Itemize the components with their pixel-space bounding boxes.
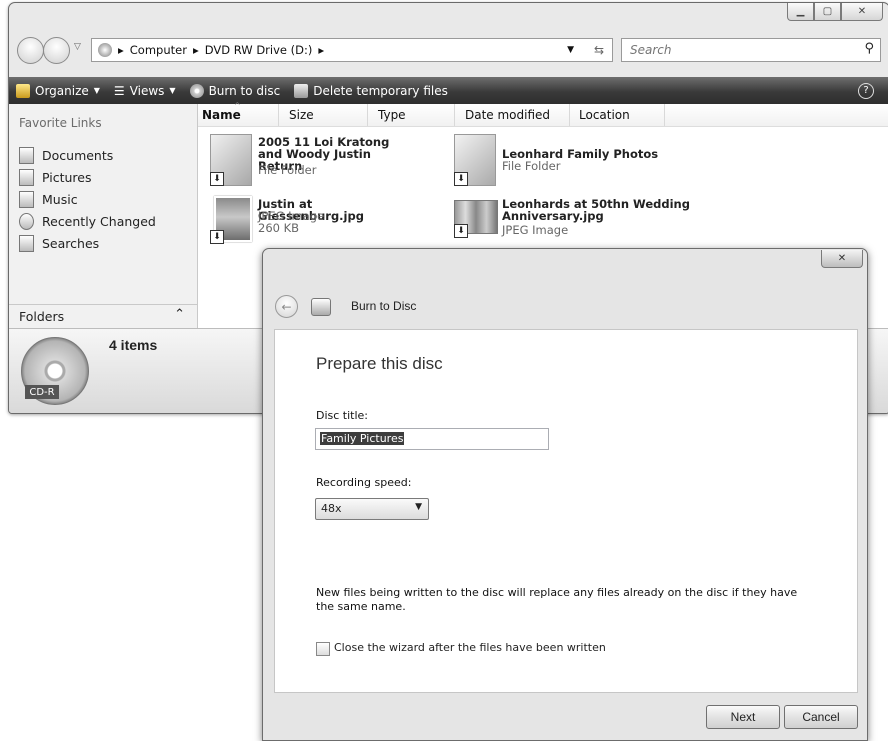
file-item[interactable]: ⬇ Leonhard Family Photos File Folder — [454, 134, 714, 190]
search-box[interactable]: ⚲ — [621, 38, 881, 62]
sidebar-item-recently-changed[interactable]: Recently Changed — [19, 213, 156, 230]
file-size: 260 KB — [258, 221, 300, 235]
cd-r-badge: CD-R — [25, 385, 59, 399]
close-wizard-checkbox[interactable] — [316, 642, 330, 656]
chevron-down-icon: ▼ — [169, 86, 176, 95]
pictures-icon — [19, 169, 34, 186]
views-label: Views — [129, 83, 165, 98]
sidebar-item-label: Recently Changed — [42, 214, 156, 229]
organize-label: Organize — [35, 83, 89, 98]
recording-speed-select[interactable]: 48x ▼ — [315, 498, 429, 520]
minimize-button[interactable]: ▁ — [787, 3, 814, 21]
file-type: File Folder — [502, 159, 561, 173]
delete-temp-label: Delete temporary files — [313, 83, 448, 98]
documents-icon — [19, 147, 34, 164]
close-button[interactable]: ✕ — [841, 3, 883, 21]
page-title: Prepare this disc — [316, 354, 443, 373]
item-count: 4 items — [109, 337, 158, 353]
disc-title-label: Disc title: — [316, 409, 369, 422]
column-type[interactable]: Type — [378, 108, 406, 122]
address-dropdown-icon[interactable]: ▼ — [567, 45, 574, 55]
chevron-down-icon: ▼ — [93, 86, 100, 95]
recording-speed-value: 48x — [321, 502, 342, 515]
search-input[interactable] — [628, 42, 832, 58]
breadcrumb-computer[interactable]: Computer — [130, 43, 187, 57]
disc-icon — [189, 83, 204, 98]
organize-icon — [16, 83, 30, 98]
sidebar-item-pictures[interactable]: Pictures — [19, 169, 92, 186]
organize-button[interactable]: Organize ▼ — [9, 83, 107, 98]
breadcrumb-separator-icon: ▸ — [318, 43, 325, 57]
help-icon: ? — [858, 82, 874, 99]
search-icon[interactable]: ⚲ — [864, 41, 874, 56]
column-name[interactable]: Name — [202, 108, 241, 122]
breadcrumb-separator-icon: ▸ — [192, 43, 199, 57]
burn-to-disc-button[interactable]: Burn to disc — [183, 83, 288, 98]
burn-to-disc-dialog: ✕ ← Burn to Disc Prepare this disc Disc … — [262, 248, 868, 741]
folders-label: Folders — [19, 309, 65, 324]
favorite-links-heading: Favorite Links — [19, 116, 102, 130]
navigation-bar: ▽ ▸ Computer ▸ DVD RW Drive (D:) ▸ ▼ ⇆ ⚲ — [9, 35, 888, 64]
disc-title-value: Family Pictures — [320, 432, 405, 445]
folders-toggle[interactable]: Folders ⌃ — [9, 304, 197, 329]
burn-label: Burn to disc — [208, 83, 281, 98]
window-controls: ▁ ▢ ✕ — [787, 3, 883, 22]
command-bar: Organize ▼ ☰ Views ▼ Burn to disc Delete… — [9, 77, 888, 104]
replace-files-note: New files being written to the disc will… — [316, 586, 798, 613]
breadcrumb-dvd-drive[interactable]: DVD RW Drive (D:) — [205, 43, 313, 57]
column-location[interactable]: Location — [579, 108, 630, 122]
views-icon: ☰ — [113, 83, 125, 98]
recent-pages-chevron-icon[interactable]: ▽ — [74, 42, 81, 52]
sidebar-item-label: Music — [42, 192, 78, 207]
burn-disc-icon — [311, 298, 331, 316]
pending-burn-arrow-icon: ⬇ — [210, 172, 224, 186]
breadcrumb-separator-icon: ▸ — [118, 43, 124, 57]
refresh-icon[interactable]: ⇆ — [594, 43, 604, 57]
column-size[interactable]: Size — [289, 108, 314, 122]
chevron-up-icon: ⌃ — [174, 307, 185, 322]
sidebar-item-music[interactable]: Music — [19, 191, 78, 208]
file-item[interactable]: ⬇ Leonhards at 50thn Wedding Anniversary… — [454, 196, 714, 252]
dialog-close-button[interactable]: ✕ — [821, 250, 863, 268]
pending-burn-arrow-icon: ⬇ — [454, 172, 468, 186]
delete-temporary-files-button[interactable]: Delete temporary files — [287, 83, 455, 98]
dialog-header: ← Burn to Disc — [263, 283, 867, 329]
forward-button[interactable] — [43, 37, 70, 64]
maximize-button[interactable]: ▢ — [814, 3, 841, 21]
music-icon — [19, 191, 34, 208]
pending-burn-arrow-icon: ⬇ — [454, 224, 468, 238]
sidebar-item-searches[interactable]: Searches — [19, 235, 99, 252]
address-bar[interactable]: ▸ Computer ▸ DVD RW Drive (D:) ▸ ▼ ⇆ — [91, 38, 613, 62]
searches-icon — [19, 235, 34, 252]
column-headers: Name ^ Size Type Date modified Location — [198, 101, 888, 127]
column-date-modified[interactable]: Date modified — [465, 108, 550, 122]
navigation-pane: Favorite Links Documents Pictures Music … — [9, 104, 198, 328]
file-name: Leonhards at 50thn Wedding Anniversary.j… — [502, 197, 690, 223]
file-type: JPEG Image — [502, 223, 569, 237]
cancel-button[interactable]: Cancel — [784, 705, 858, 729]
chevron-down-icon: ▼ — [415, 502, 422, 512]
next-button[interactable]: Next — [706, 705, 780, 729]
sidebar-item-label: Pictures — [42, 170, 92, 185]
delete-files-icon — [294, 83, 309, 98]
back-arrow-icon[interactable]: ← — [275, 295, 298, 318]
help-button[interactable]: ? — [851, 82, 881, 99]
sidebar-item-label: Documents — [42, 148, 114, 163]
file-type: File Folder — [258, 163, 317, 177]
recently-changed-icon — [19, 213, 34, 230]
dialog-content: Prepare this disc Disc title: Family Pic… — [274, 329, 858, 693]
pending-burn-arrow-icon: ⬇ — [210, 230, 224, 244]
back-button[interactable] — [17, 37, 44, 64]
close-wizard-label[interactable]: Close the wizard after the files have be… — [334, 641, 606, 654]
views-button[interactable]: ☰ Views ▼ — [107, 84, 183, 98]
dialog-title: Burn to Disc — [351, 299, 417, 313]
file-item[interactable]: ⬇ Justin at Giessenburg.jpg JPEG Image 2… — [210, 196, 450, 252]
disc-title-input[interactable]: Family Pictures — [315, 428, 549, 450]
recording-speed-label: Recording speed: — [316, 476, 412, 489]
sort-ascending-icon: ^ — [234, 101, 241, 110]
file-item[interactable]: ⬇ 2005 11 Loi Kratong and Woody Justin R… — [210, 134, 450, 190]
sidebar-item-documents[interactable]: Documents — [19, 147, 113, 164]
computer-icon — [98, 43, 112, 57]
sidebar-item-label: Searches — [42, 236, 100, 251]
